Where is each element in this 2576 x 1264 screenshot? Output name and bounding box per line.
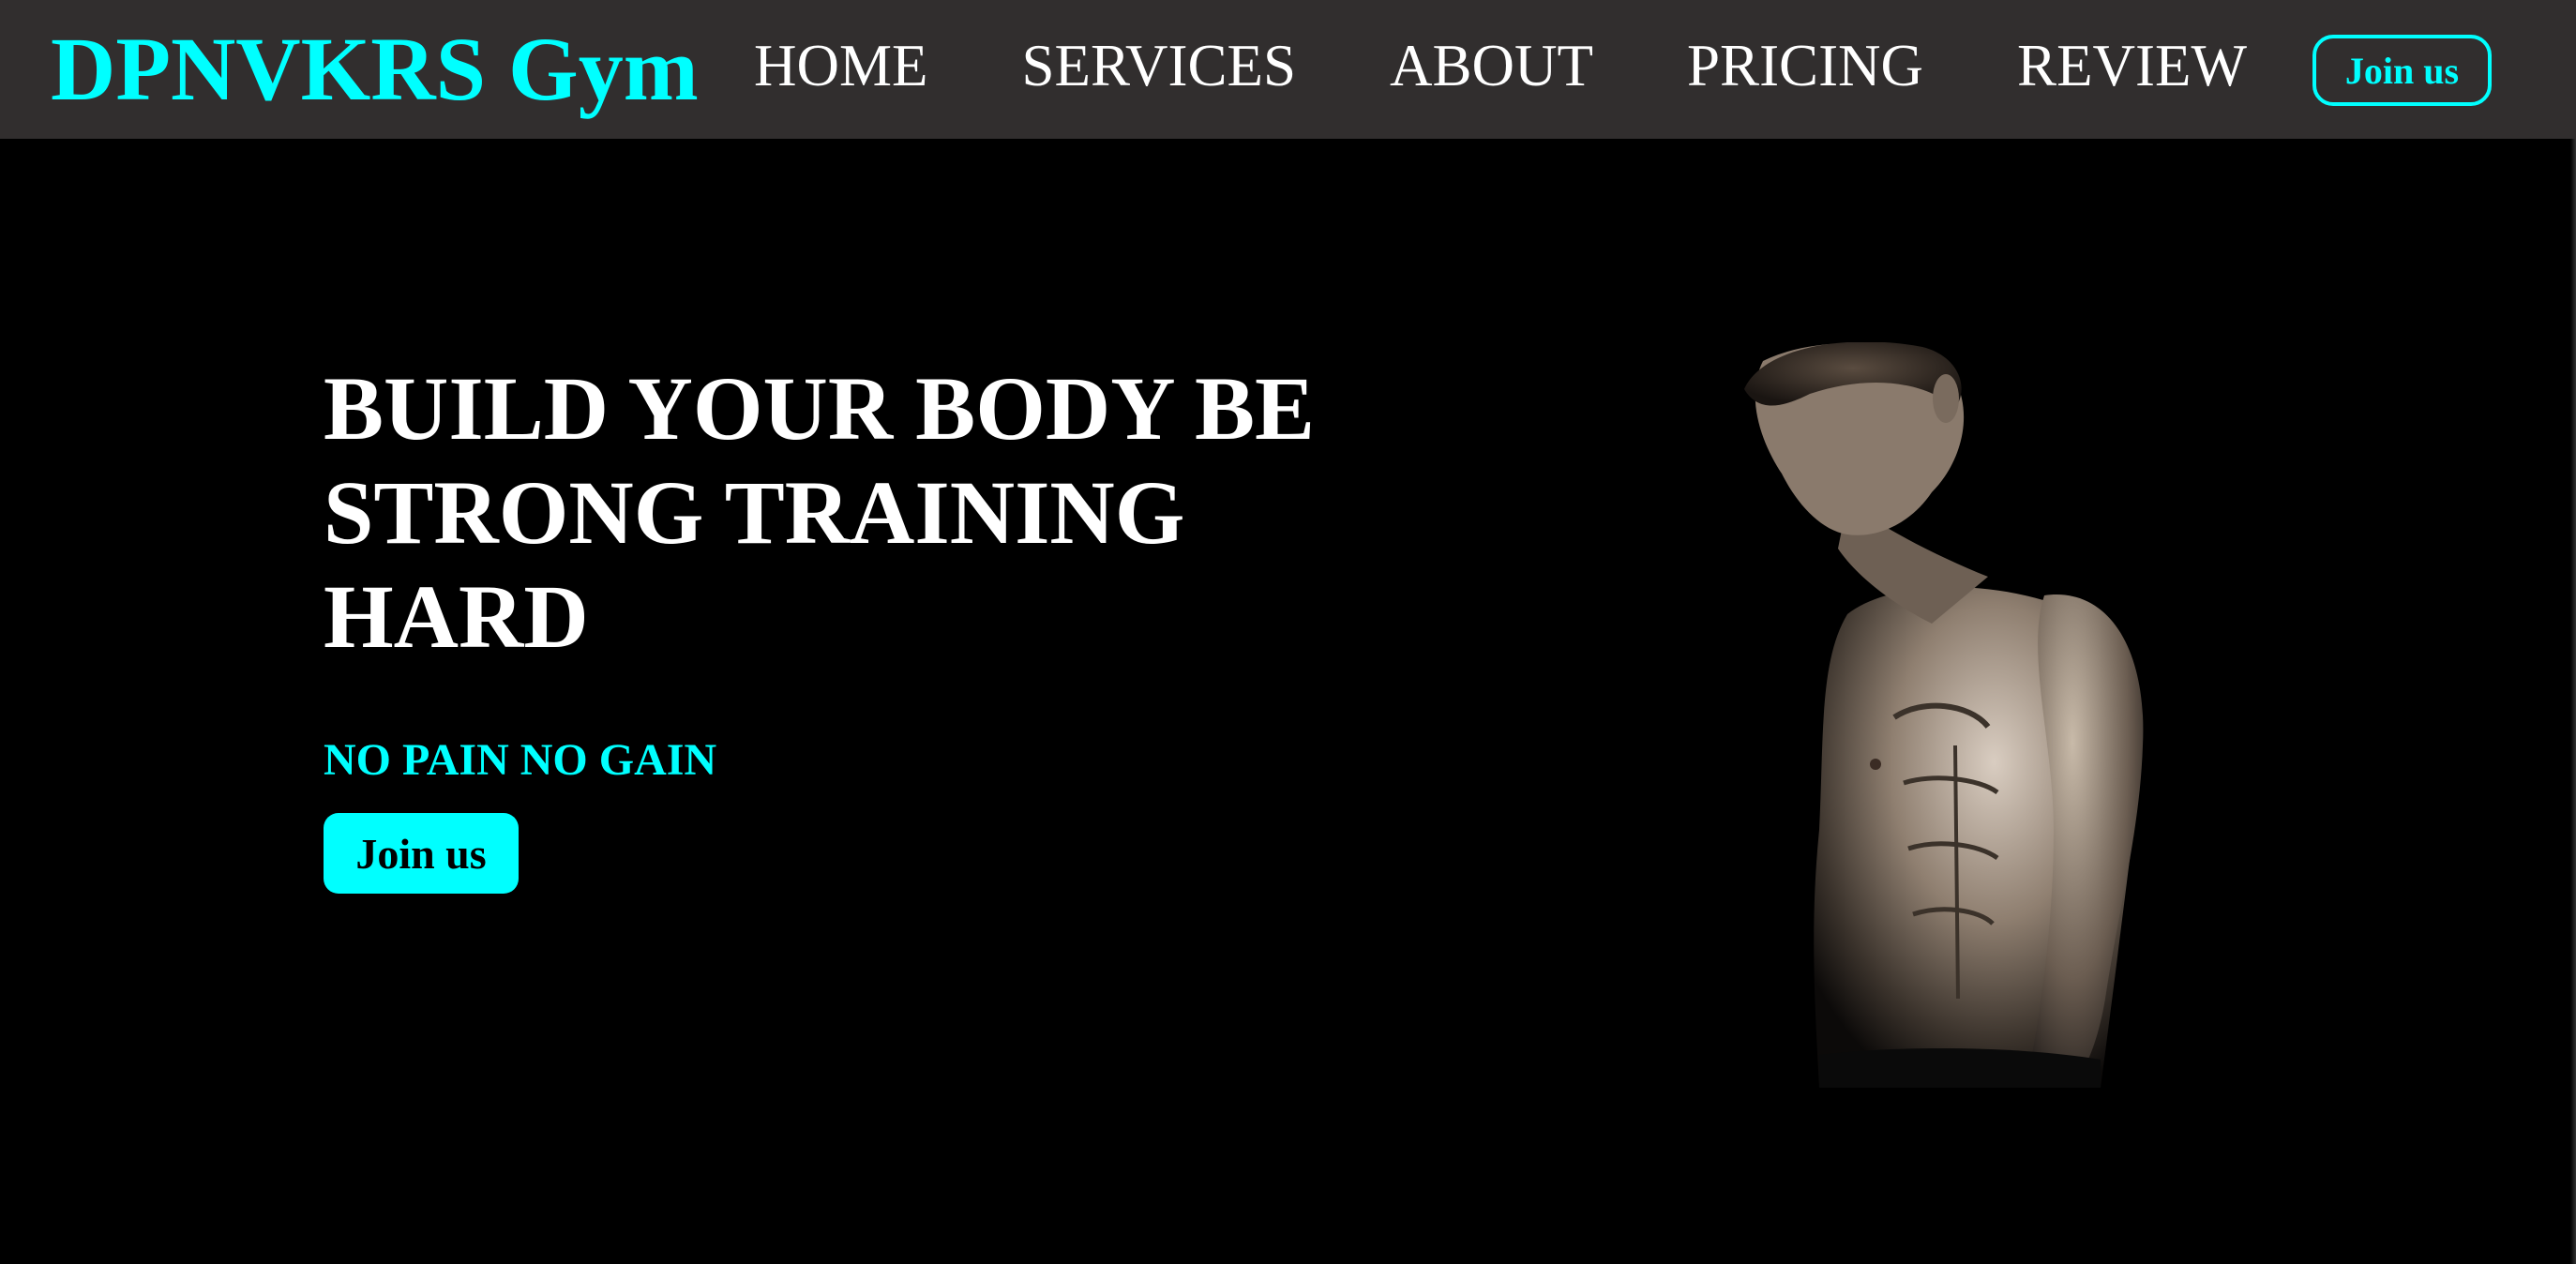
muscular-man-photo (1744, 341, 2144, 1088)
navbar: DPNVKRS Gym HOME SERVICES ABOUT PRICING … (0, 0, 2576, 139)
nav-link-home[interactable]: HOME (754, 28, 928, 103)
nav-link-pricing[interactable]: PRICING (1687, 28, 1923, 103)
hero-section: BUILD YOUR BODY BE STRONG TRAINING HARD … (324, 356, 1402, 894)
hero-tagline: NO PAIN NO GAIN (324, 735, 717, 785)
hero-join-button[interactable]: Join us (324, 813, 519, 894)
nav-join-button[interactable]: Join us (2312, 35, 2492, 106)
nav-links: HOME SERVICES ABOUT PRICING REVIEW (754, 28, 2247, 103)
hero-image (1707, 341, 2176, 1088)
brand-logo[interactable]: DPNVKRS Gym (51, 13, 699, 126)
page-edge-shadow (2570, 139, 2576, 1264)
nav-link-services[interactable]: SERVICES (1022, 28, 1297, 103)
nav-link-about[interactable]: ABOUT (1390, 28, 1593, 103)
hero-title: BUILD YOUR BODY BE STRONG TRAINING HARD (324, 358, 1316, 667)
nav-link-review[interactable]: REVIEW (2017, 28, 2247, 103)
